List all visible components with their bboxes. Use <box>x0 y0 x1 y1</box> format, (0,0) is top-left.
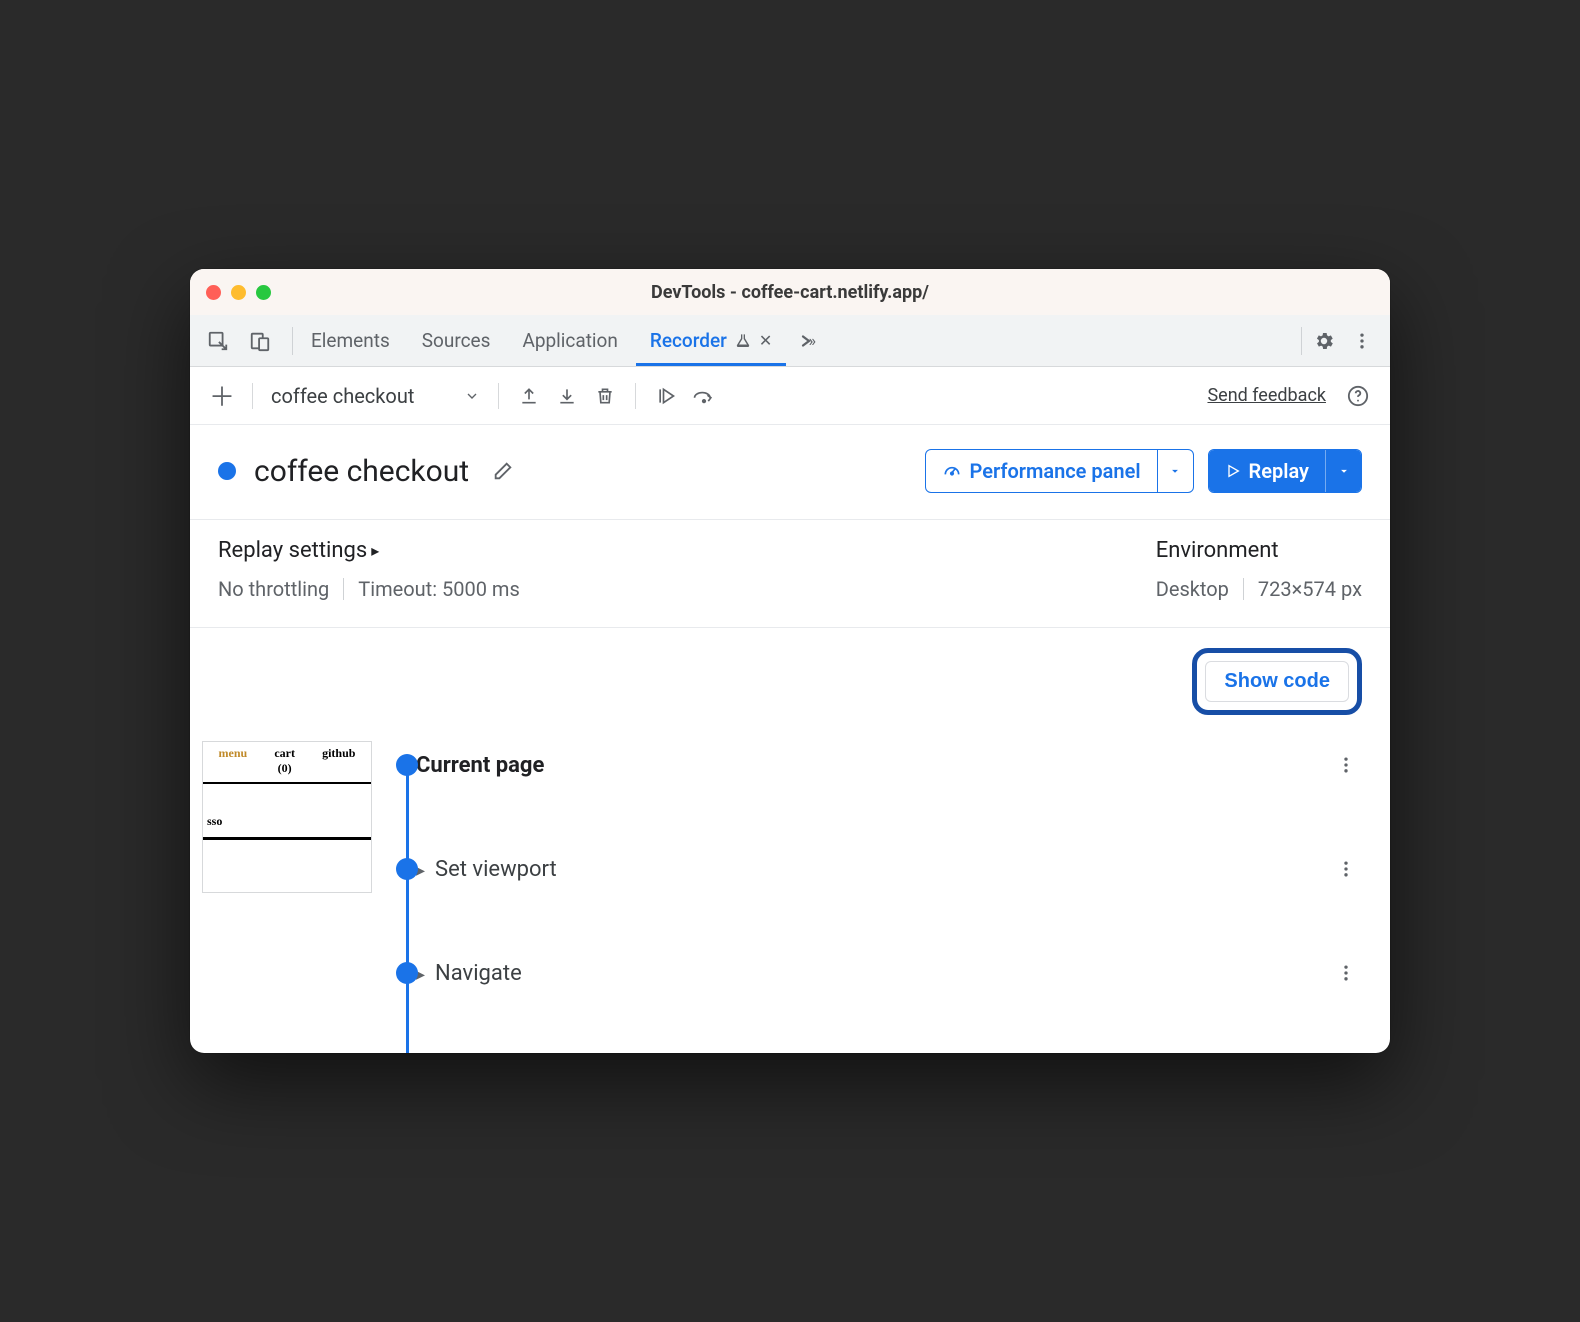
environment-device: Desktop <box>1156 577 1229 601</box>
throttling-value: No throttling <box>218 577 329 601</box>
recording-select-label: coffee checkout <box>271 384 414 408</box>
traffic-lights <box>206 285 271 300</box>
step-navigate[interactable]: Navigate <box>416 949 1362 997</box>
replay-dropdown[interactable] <box>1325 450 1361 492</box>
edit-title-icon[interactable] <box>487 455 519 487</box>
titlebar: DevTools - coffee-cart.netlify.app/ <box>190 269 1390 315</box>
performance-panel-button[interactable]: Performance panel <box>925 449 1194 493</box>
thumb-mid-text: sso <box>203 784 371 837</box>
help-icon[interactable] <box>1342 380 1374 412</box>
thumb-github-label: github <box>322 746 355 776</box>
continue-icon[interactable] <box>650 380 682 412</box>
settings-row: Replay settings ▸ No throttling Timeout:… <box>190 520 1390 628</box>
show-code-button[interactable]: Show code <box>1205 661 1349 702</box>
steps-area: menu cart (0) github sso Current page <box>190 723 1390 1053</box>
divider <box>343 578 344 600</box>
inspect-element-icon[interactable] <box>202 325 234 357</box>
step-current-page[interactable]: Current page <box>416 741 1362 789</box>
thumb-cart-count: (0) <box>274 761 295 776</box>
caret-right-icon: ▸ <box>371 541 379 560</box>
send-feedback-link[interactable]: Send feedback <box>1207 385 1326 406</box>
tab-recorder[interactable]: Recorder ✕ <box>636 315 786 366</box>
step-label: Set viewport <box>435 857 557 882</box>
window-title: DevTools - coffee-cart.netlify.app/ <box>190 282 1390 303</box>
step-label: Current page <box>416 753 544 778</box>
timeline-node-icon <box>396 962 418 984</box>
thumb-menu-label: menu <box>219 746 248 776</box>
divider <box>635 383 636 409</box>
divider <box>1301 327 1302 355</box>
replay-settings[interactable]: Replay settings ▸ No throttling Timeout:… <box>218 538 520 601</box>
tab-application[interactable]: Application <box>508 315 631 366</box>
tab-elements[interactable]: Elements <box>297 315 404 366</box>
divider <box>1243 578 1244 600</box>
step-menu-icon[interactable] <box>1330 859 1362 879</box>
timeline: Current page Set viewport <box>386 741 1362 1053</box>
recording-select[interactable]: coffee checkout <box>267 384 484 408</box>
tab-label: Application <box>522 329 617 352</box>
tabbar: Elements Sources Application Recorder ✕ … <box>190 315 1390 367</box>
more-tabs-icon[interactable]: » <box>790 325 822 357</box>
recording-header: coffee checkout Performance panel <box>190 425 1390 520</box>
tab-sources[interactable]: Sources <box>408 315 505 366</box>
export-icon[interactable] <box>513 380 545 412</box>
timeline-node-icon <box>396 754 418 776</box>
replay-settings-heading: Replay settings <box>218 538 367 563</box>
divider <box>252 383 253 409</box>
chevron-down-icon <box>464 388 480 404</box>
close-window-icon[interactable] <box>206 285 221 300</box>
new-recording-icon[interactable]: ＋ <box>206 380 238 412</box>
step-menu-icon[interactable] <box>1330 963 1362 983</box>
performance-panel-label: Performance panel <box>970 459 1141 483</box>
timeline-node-icon <box>396 858 418 880</box>
step-menu-icon[interactable] <box>1330 755 1362 775</box>
devtools-window: DevTools - coffee-cart.netlify.app/ Elem… <box>190 269 1390 1053</box>
tab-label: Sources <box>422 329 491 352</box>
play-icon <box>1225 463 1241 479</box>
device-toolbar-icon[interactable] <box>244 325 276 357</box>
show-code-row: Show code <box>190 628 1390 723</box>
status-dot-icon <box>218 462 236 480</box>
page-thumbnail: menu cart (0) github sso <box>202 741 372 893</box>
tab-label: Elements <box>311 329 390 352</box>
environment-dimensions: 723×574 px <box>1258 577 1362 601</box>
divider <box>498 383 499 409</box>
settings-gear-icon[interactable] <box>1308 325 1340 357</box>
step-over-icon[interactable] <box>688 380 720 412</box>
kebab-menu-icon[interactable] <box>1346 325 1378 357</box>
delete-icon[interactable] <box>589 380 621 412</box>
replay-label: Replay <box>1249 459 1309 483</box>
close-tab-icon[interactable]: ✕ <box>759 331 772 350</box>
step-set-viewport[interactable]: Set viewport <box>416 845 1362 893</box>
show-code-highlight: Show code <box>1192 648 1362 715</box>
timeout-value: Timeout: 5000 ms <box>358 577 520 601</box>
flask-icon <box>735 333 751 349</box>
recorder-toolbar: ＋ coffee checkout <box>190 367 1390 425</box>
thumb-cart-label: cart <box>274 746 295 760</box>
environment-heading: Environment <box>1156 538 1279 563</box>
import-icon[interactable] <box>551 380 583 412</box>
minimize-window-icon[interactable] <box>231 285 246 300</box>
divider <box>292 327 293 355</box>
replay-button[interactable]: Replay <box>1208 449 1362 493</box>
environment-settings: Environment Desktop 723×574 px <box>1156 538 1362 601</box>
maximize-window-icon[interactable] <box>256 285 271 300</box>
timeline-line <box>406 755 409 1053</box>
step-label: Navigate <box>435 961 522 986</box>
tab-label: Recorder <box>650 329 727 352</box>
recording-title: coffee checkout <box>254 454 469 489</box>
performance-panel-dropdown[interactable] <box>1157 450 1193 492</box>
gauge-icon <box>942 461 962 481</box>
